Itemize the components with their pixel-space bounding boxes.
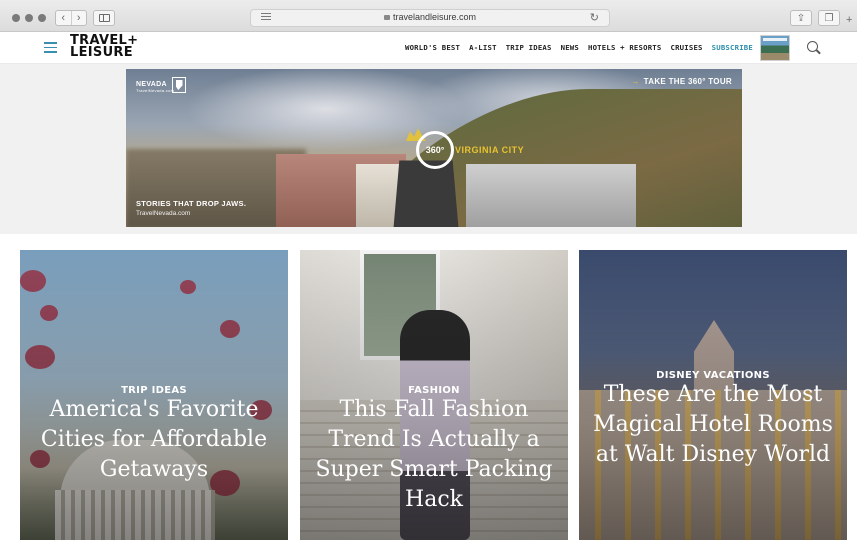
nav-hotels-resorts[interactable]: HOTELS + RESORTS	[588, 43, 662, 52]
card-headline[interactable]: This Fall Fashion Trend Is Actually a Su…	[314, 395, 554, 515]
sidebar-icon	[98, 14, 110, 22]
arrow-right-icon: →	[631, 77, 640, 86]
tour-label: TAKE THE 360° TOUR	[643, 77, 732, 86]
sidebar-toggle-button[interactable]	[93, 10, 115, 26]
close-window-button[interactable]	[12, 14, 20, 22]
site-header: TRAVEL+ LEISURE WORLD'S BEST A-LIST TRIP…	[0, 32, 857, 64]
nav-subscribe[interactable]: SUBSCRIBE	[712, 43, 753, 52]
ad-city-name: VIRGINIA CITY	[455, 145, 525, 155]
zoom-window-button[interactable]	[38, 14, 46, 22]
card-headline[interactable]: These Are the Most Magical Hotel Rooms a…	[593, 380, 833, 470]
story-cards: TRIP IDEAS America's Favorite Cities for…	[0, 234, 857, 540]
url-label: travelandleisure.com	[392, 12, 477, 22]
ad-tagline: STORIES THAT DROP JAWS.	[136, 199, 247, 208]
reload-button[interactable]: ↻	[590, 11, 599, 24]
nav-news[interactable]: NEWS	[561, 43, 579, 52]
history-buttons: ‹ ›	[55, 10, 87, 26]
nevada-state-icon	[172, 77, 186, 93]
main-nav: WORLD'S BEST A-LIST TRIP IDEAS NEWS HOTE…	[405, 43, 753, 52]
nav-cruises[interactable]: CRUISES	[671, 43, 703, 52]
menu-icon[interactable]	[44, 42, 57, 53]
address-bar[interactable]: travelandleisure.com ↻	[250, 9, 610, 27]
lock-icon	[383, 15, 390, 20]
story-card-disney-vacations[interactable]: DISNEY VACATIONS These Are the Most Magi…	[579, 250, 847, 540]
new-tab-button[interactable]: +	[846, 14, 852, 26]
minimize-window-button[interactable]	[25, 14, 33, 22]
story-card-trip-ideas[interactable]: TRIP IDEAS America's Favorite Cities for…	[20, 250, 288, 540]
ad-site-url: TravelNevada.com	[136, 210, 191, 217]
logo-line-2: LEISURE	[70, 44, 133, 60]
share-button[interactable]: ⇪	[790, 10, 812, 26]
take-360-tour-link[interactable]: → TAKE THE 360° TOUR	[631, 77, 732, 86]
site-logo[interactable]: TRAVEL+ LEISURE	[70, 34, 138, 60]
forward-button[interactable]: ›	[70, 11, 87, 25]
card-headline[interactable]: America's Favorite Cities for Affordable…	[34, 395, 274, 485]
back-button[interactable]: ‹	[56, 11, 71, 25]
magazine-cover-thumbnail[interactable]	[760, 35, 790, 61]
show-tabs-button[interactable]: ❐	[818, 10, 840, 26]
browser-toolbar: ‹ › travelandleisure.com ↻ ⇪ ❐ +	[0, 0, 857, 32]
nav-worlds-best[interactable]: WORLD'S BEST	[405, 43, 460, 52]
ad-brand-sub: TravelNevada.com	[136, 88, 175, 93]
search-icon[interactable]	[807, 41, 818, 52]
ad-brand-logo: NEVADA TravelNevada.com	[136, 81, 174, 93]
url-text: travelandleisure.com	[251, 12, 609, 22]
nevada-ad-banner[interactable]: 360° VIRGINIA CITY NEVADA TravelNevada.c…	[126, 69, 742, 227]
story-card-fashion[interactable]: FASHION This Fall Fashion Trend Is Actua…	[300, 250, 568, 540]
nav-a-list[interactable]: A-LIST	[469, 43, 497, 52]
ad-brand-name: NEVADA	[136, 81, 167, 88]
nav-trip-ideas[interactable]: TRIP IDEAS	[506, 43, 552, 52]
360-tour-badge-icon[interactable]: 360°	[416, 131, 454, 169]
ad-area: 360° VIRGINIA CITY NEVADA TravelNevada.c…	[0, 64, 857, 234]
